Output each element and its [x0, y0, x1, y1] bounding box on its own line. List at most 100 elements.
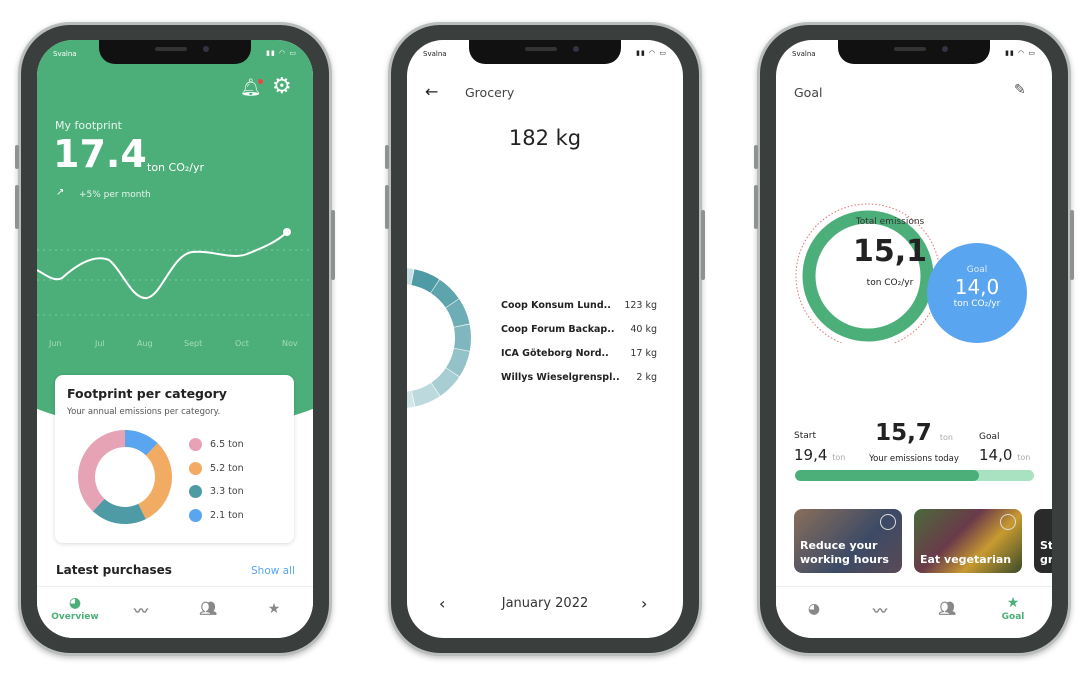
bottom-nav: ◕ 〰 👥︎ ★ Goal: [776, 586, 1052, 638]
store-name: Coop Forum Backap..: [501, 324, 615, 335]
month-label: Jul: [95, 339, 105, 348]
car-icon: [189, 508, 202, 522]
store-value: 123 kg: [624, 300, 657, 311]
footprint-unit: ton CO₂/yr: [147, 161, 204, 174]
status-carrier: Svalna: [53, 50, 77, 58]
legend-item: 5.2 ton: [189, 457, 244, 481]
start-value: 19,4 ton: [794, 446, 845, 464]
food-icon: [189, 485, 202, 499]
store-row[interactable]: Coop Konsum Lund.. 123 kg: [501, 300, 657, 311]
legend-value: 2.1 ton: [210, 509, 244, 521]
goal-small-value: 14,0 ton: [979, 446, 1030, 464]
store-row[interactable]: Coop Forum Backap.. 40 kg: [501, 324, 657, 335]
people-icon: 👥︎: [199, 601, 217, 617]
legend-value: 5.2 ton: [210, 462, 244, 474]
home-icon: [189, 461, 202, 475]
status-icons: ▮▮ ◠ ▭: [266, 49, 297, 57]
bottom-nav: ◕ Overview 〰 👥︎ ★: [37, 586, 313, 638]
total-emissions-value: 15,1: [852, 234, 928, 269]
category-card[interactable]: Footprint per category Your annual emiss…: [55, 375, 294, 543]
phone-goal: Svalna ▮▮ ◠ ▭ Goal ✎ Total emissions 15,…: [754, 22, 1074, 656]
goal-bubble-unit: ton CO₂/yr: [953, 299, 1001, 309]
legend-value: 6.5 ton: [210, 439, 244, 451]
trend-down-icon: 〰: [134, 604, 148, 620]
nav-community[interactable]: 👥︎: [178, 601, 238, 617]
action-card[interactable]: Reduce your working hours: [794, 509, 902, 573]
goal-bubble[interactable]: Goal 14,0 ton CO₂/yr: [927, 243, 1027, 343]
gear-icon[interactable]: ⚙: [272, 74, 292, 99]
edit-pencil-icon[interactable]: ✎: [1014, 82, 1026, 98]
trend-up-icon: ↗: [56, 187, 65, 198]
nav-trends[interactable]: 〰: [111, 601, 171, 621]
nav-overview[interactable]: ◕: [784, 601, 844, 617]
nav-community[interactable]: 👥︎: [917, 601, 977, 617]
today-number: 15,7: [875, 420, 932, 446]
action-card[interactable]: Eat vegetarian: [914, 509, 1022, 573]
trend-line: [37, 231, 288, 299]
latest-purchases-title: Latest purchases: [56, 563, 172, 577]
month-label: Aug: [137, 339, 153, 348]
legend-item: 3.3 ton: [189, 480, 244, 504]
nav-overview-label: Overview: [51, 612, 99, 622]
donut-segment: [453, 324, 471, 351]
legend-item: 2.1 ton: [189, 504, 244, 528]
back-arrow-icon[interactable]: ←: [425, 82, 438, 101]
store-name: ICA Göteborg Nord..: [501, 348, 609, 359]
start-label: Start: [794, 431, 816, 441]
unit: ton: [1017, 453, 1031, 462]
star-icon: ★: [267, 601, 281, 617]
people-icon: 👥︎: [938, 601, 956, 617]
store-value: 40 kg: [630, 324, 657, 335]
phone-overview: Svalna ▮▮ ◠ ▭ 🔔︎ ⚙ My footprint 17.4 ton…: [15, 22, 335, 656]
total-emissions-label: Total emissions: [855, 217, 925, 227]
trend-down-icon: 〰: [873, 604, 887, 620]
next-month-button[interactable]: ›: [641, 594, 647, 613]
card-subtitle: Your annual emissions per category.: [67, 407, 221, 417]
goal-number: 14,0: [979, 446, 1013, 464]
today-label: Your emissions today: [869, 454, 959, 464]
unit: ton: [832, 453, 846, 462]
overview-screen: Svalna ▮▮ ◠ ▭ 🔔︎ ⚙ My footprint 17.4 ton…: [37, 40, 313, 638]
start-number: 19,4: [794, 446, 828, 464]
today-value: 15,7 ton: [864, 420, 964, 446]
goal-screen: Svalna ▮▮ ◠ ▭ Goal ✎ Total emissions 15,…: [776, 40, 1052, 638]
store-donut-chart: [407, 268, 471, 408]
goal-bubble-label: Goal: [966, 265, 988, 275]
trend-end-point: [283, 228, 291, 236]
bell-icon[interactable]: 🔔︎: [240, 78, 263, 98]
nav-trends[interactable]: 〰: [850, 601, 910, 621]
store-name: Willys Wieselgrenspl..: [501, 372, 620, 383]
category-donut-chart: [78, 430, 172, 524]
status-icons: ▮▮ ◠ ▭: [636, 49, 667, 57]
store-name: Coop Konsum Lund..: [501, 300, 611, 311]
progress-fill: [795, 470, 980, 481]
select-circle-icon[interactable]: [880, 514, 896, 530]
action-card-label: Eat vegetarian: [920, 553, 1012, 566]
store-value: 17 kg: [630, 348, 657, 359]
month-label: Oct: [235, 339, 249, 348]
nav-goal-label: Goal: [1001, 612, 1025, 622]
card-title: Footprint per category: [67, 386, 227, 401]
action-card[interactable]: St gr: [1034, 509, 1052, 573]
grocery-screen: Svalna ▮▮ ◠ ▭ ← Grocery 182 kg Coop Kons…: [407, 40, 683, 638]
nav-overview[interactable]: ◕ Overview: [45, 595, 105, 622]
donut-slice: [78, 430, 125, 512]
store-row[interactable]: ICA Göteborg Nord.. 17 kg: [501, 348, 657, 359]
pie-chart-icon: ◕: [807, 601, 821, 617]
star-icon: ★: [1006, 595, 1020, 611]
show-all-link[interactable]: Show all: [251, 565, 295, 577]
footprint-label: My footprint: [55, 119, 122, 132]
store-row[interactable]: Willys Wieselgrenspl.. 2 kg: [501, 372, 657, 383]
legend-value: 3.3 ton: [210, 486, 244, 498]
action-card-label: St gr: [1040, 539, 1052, 566]
store-value: 2 kg: [636, 372, 657, 383]
select-circle-icon[interactable]: [1000, 514, 1016, 530]
nav-goal[interactable]: ★: [244, 601, 304, 617]
unit: ton: [939, 433, 953, 442]
legend-item: 6.5 ton: [189, 433, 244, 457]
pie-chart-icon: ◕: [68, 595, 82, 611]
nav-goal[interactable]: ★ Goal: [983, 595, 1043, 622]
goal-small-label: Goal: [979, 432, 1000, 442]
month-label: Jun: [49, 339, 62, 348]
month-label: Sept: [184, 339, 203, 348]
